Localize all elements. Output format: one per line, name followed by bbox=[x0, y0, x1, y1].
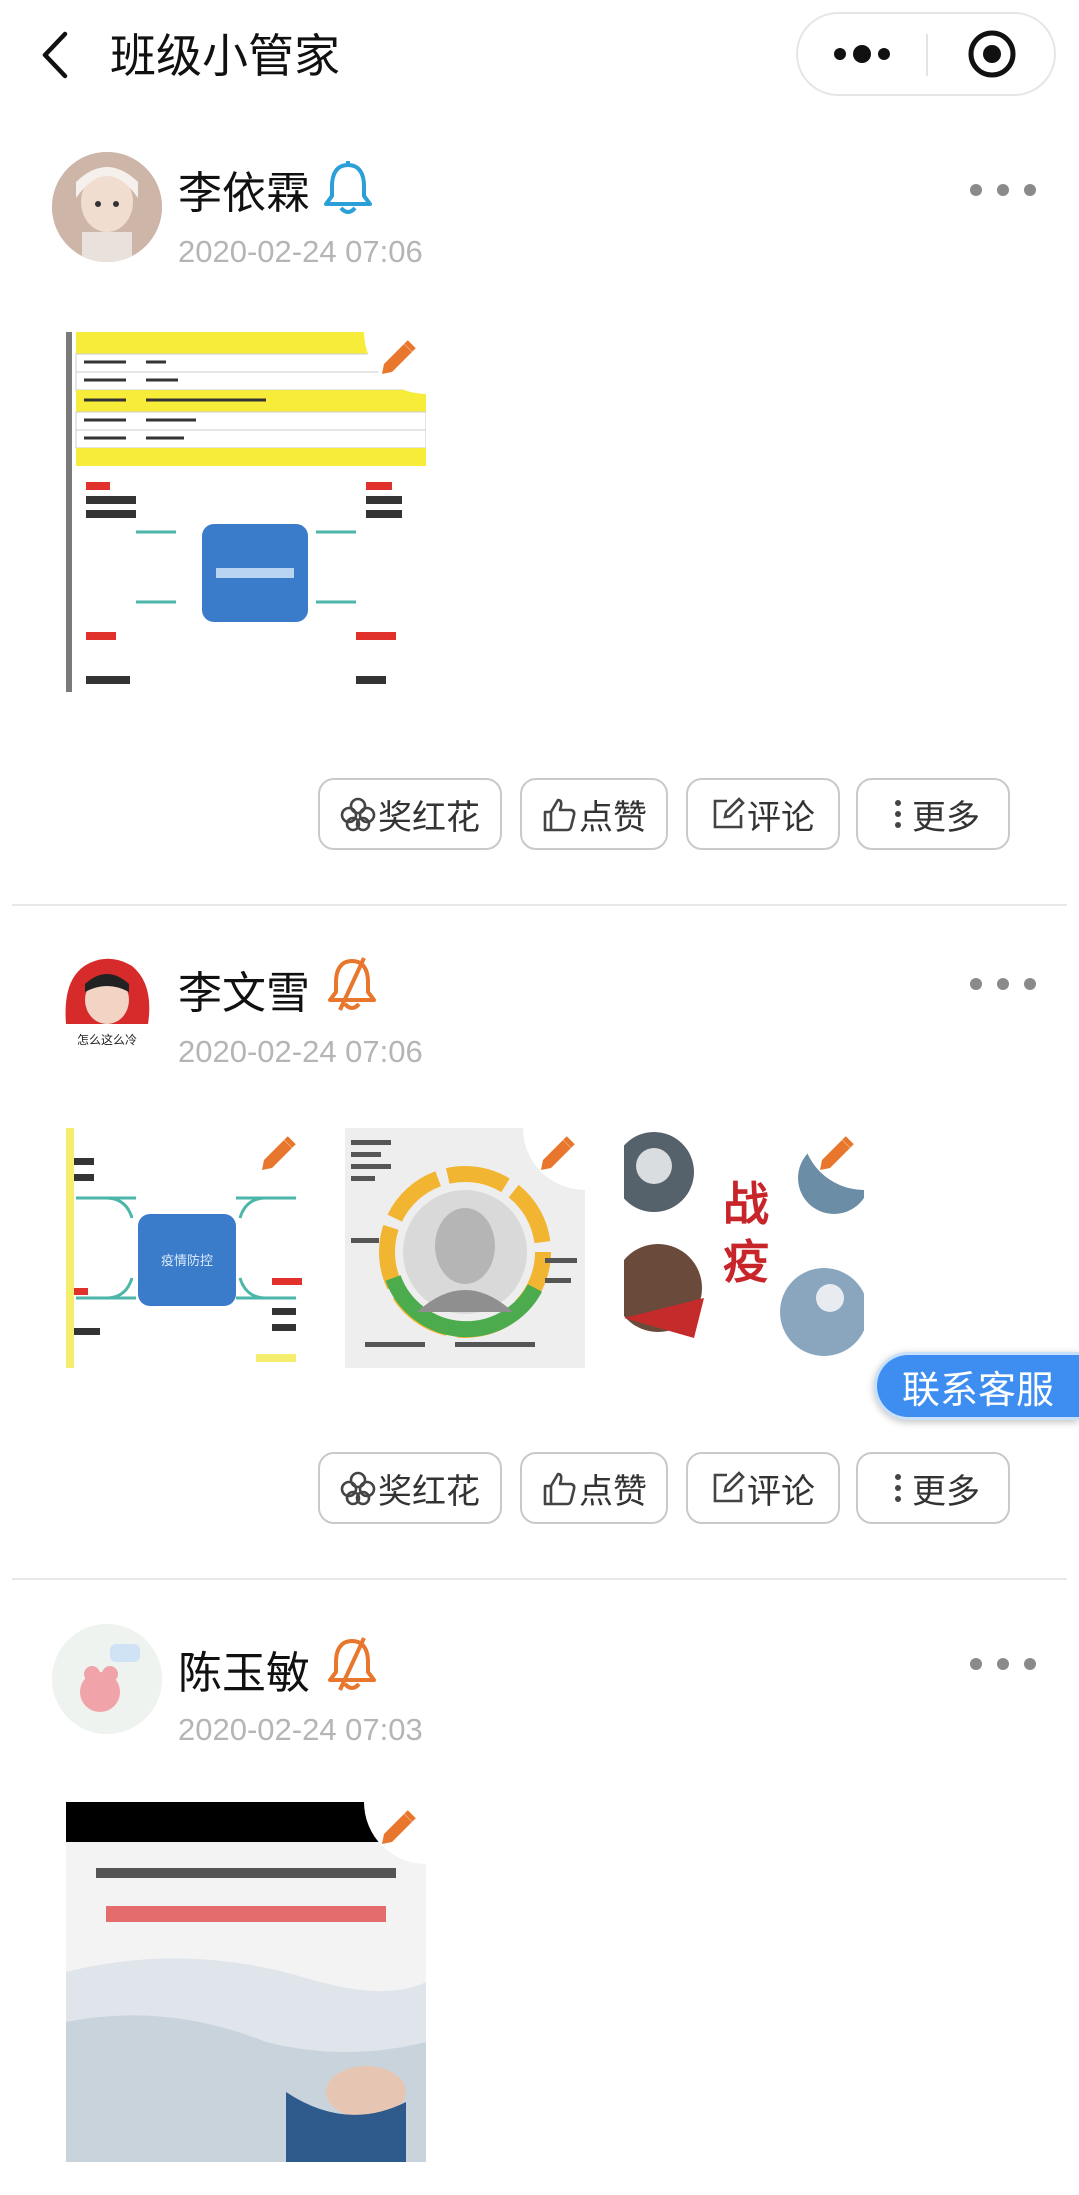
flower-icon bbox=[340, 1471, 376, 1506]
more-label: 更多 bbox=[912, 797, 980, 838]
like-label: 点赞 bbox=[579, 1471, 647, 1512]
pencil-icon bbox=[262, 1136, 296, 1170]
post-image[interactable]: 战 疫 bbox=[624, 1128, 864, 1368]
post-menu-button[interactable] bbox=[970, 170, 1036, 210]
post-image[interactable] bbox=[66, 1802, 426, 2162]
like-button[interactable]: 点赞 bbox=[520, 778, 668, 850]
post-actions: 奖红花 点赞 评论 更多 bbox=[318, 1452, 1018, 1524]
post-time: 2020-02-24 07:06 bbox=[178, 1034, 423, 1069]
edit-square-icon bbox=[713, 1471, 745, 1503]
award-flower-label: 奖红花 bbox=[378, 1471, 480, 1512]
comment-label: 评论 bbox=[747, 1471, 815, 1512]
bell-off-icon[interactable] bbox=[326, 956, 378, 1012]
award-flower-label: 奖红花 bbox=[378, 797, 480, 838]
award-flower-button[interactable]: 奖红花 bbox=[318, 778, 502, 850]
post-card: 李依霖 2020-02-24 07:06 奖红花 点赞 评论 更多 bbox=[0, 0, 1079, 905]
flower-icon bbox=[340, 797, 376, 832]
vertical-dots-icon bbox=[895, 1474, 901, 1502]
more-label: 更多 bbox=[912, 1471, 980, 1512]
post-menu-button[interactable] bbox=[970, 1644, 1036, 1684]
post-actions: 奖红花 点赞 评论 更多 bbox=[318, 778, 1018, 850]
bell-off-icon[interactable] bbox=[326, 1636, 378, 1692]
pencil-icon bbox=[541, 1136, 575, 1170]
comment-button[interactable]: 评论 bbox=[686, 778, 840, 850]
edit-square-icon bbox=[713, 797, 745, 829]
avatar[interactable] bbox=[52, 152, 162, 262]
avatar[interactable]: 怎么这么冷 bbox=[52, 944, 162, 1054]
poster-text: 疫 bbox=[723, 1235, 769, 1289]
like-label: 点赞 bbox=[579, 797, 647, 838]
post-menu-button[interactable] bbox=[970, 964, 1036, 1004]
pencil-icon bbox=[382, 340, 416, 374]
author-name[interactable]: 陈玉敏 bbox=[178, 1646, 310, 1702]
bell-icon[interactable] bbox=[322, 160, 374, 216]
pencil-icon bbox=[820, 1136, 854, 1170]
comment-button[interactable]: 评论 bbox=[686, 1452, 840, 1524]
more-button[interactable]: 更多 bbox=[856, 1452, 1010, 1524]
like-button[interactable]: 点赞 bbox=[520, 1452, 668, 1524]
more-button[interactable]: 更多 bbox=[856, 778, 1010, 850]
post-image[interactable] bbox=[66, 332, 426, 692]
post-image[interactable]: 疫情防控 bbox=[66, 1128, 306, 1368]
post-time: 2020-02-24 07:03 bbox=[178, 1712, 423, 1747]
thumbs-up-icon bbox=[543, 1472, 576, 1506]
author-name[interactable]: 李依霖 bbox=[178, 166, 310, 222]
post-time: 2020-02-24 07:06 bbox=[178, 234, 423, 269]
poster-text: 战 bbox=[723, 1177, 769, 1231]
author-name[interactable]: 李文雪 bbox=[178, 966, 310, 1022]
post-card: 陈玉敏 2020-02-24 07:03 bbox=[0, 1580, 1079, 2195]
post-image[interactable] bbox=[345, 1128, 585, 1368]
mindmap-center-text: 疫情防控 bbox=[161, 1253, 213, 1269]
vertical-dots-icon bbox=[895, 800, 901, 828]
avatar[interactable] bbox=[52, 1624, 162, 1734]
award-flower-button[interactable]: 奖红花 bbox=[318, 1452, 502, 1524]
contact-service-button[interactable]: 联系客服 bbox=[874, 1352, 1079, 1420]
thumbs-up-icon bbox=[543, 798, 576, 832]
post-card: 怎么这么冷 李文雪 2020-02-24 07:06 疫情防控 战 疫 奖红花 … bbox=[0, 906, 1079, 1578]
comment-label: 评论 bbox=[747, 797, 815, 838]
svg-text:怎么这么冷: 怎么这么冷 bbox=[77, 1032, 137, 1047]
pencil-icon bbox=[382, 1810, 416, 1844]
